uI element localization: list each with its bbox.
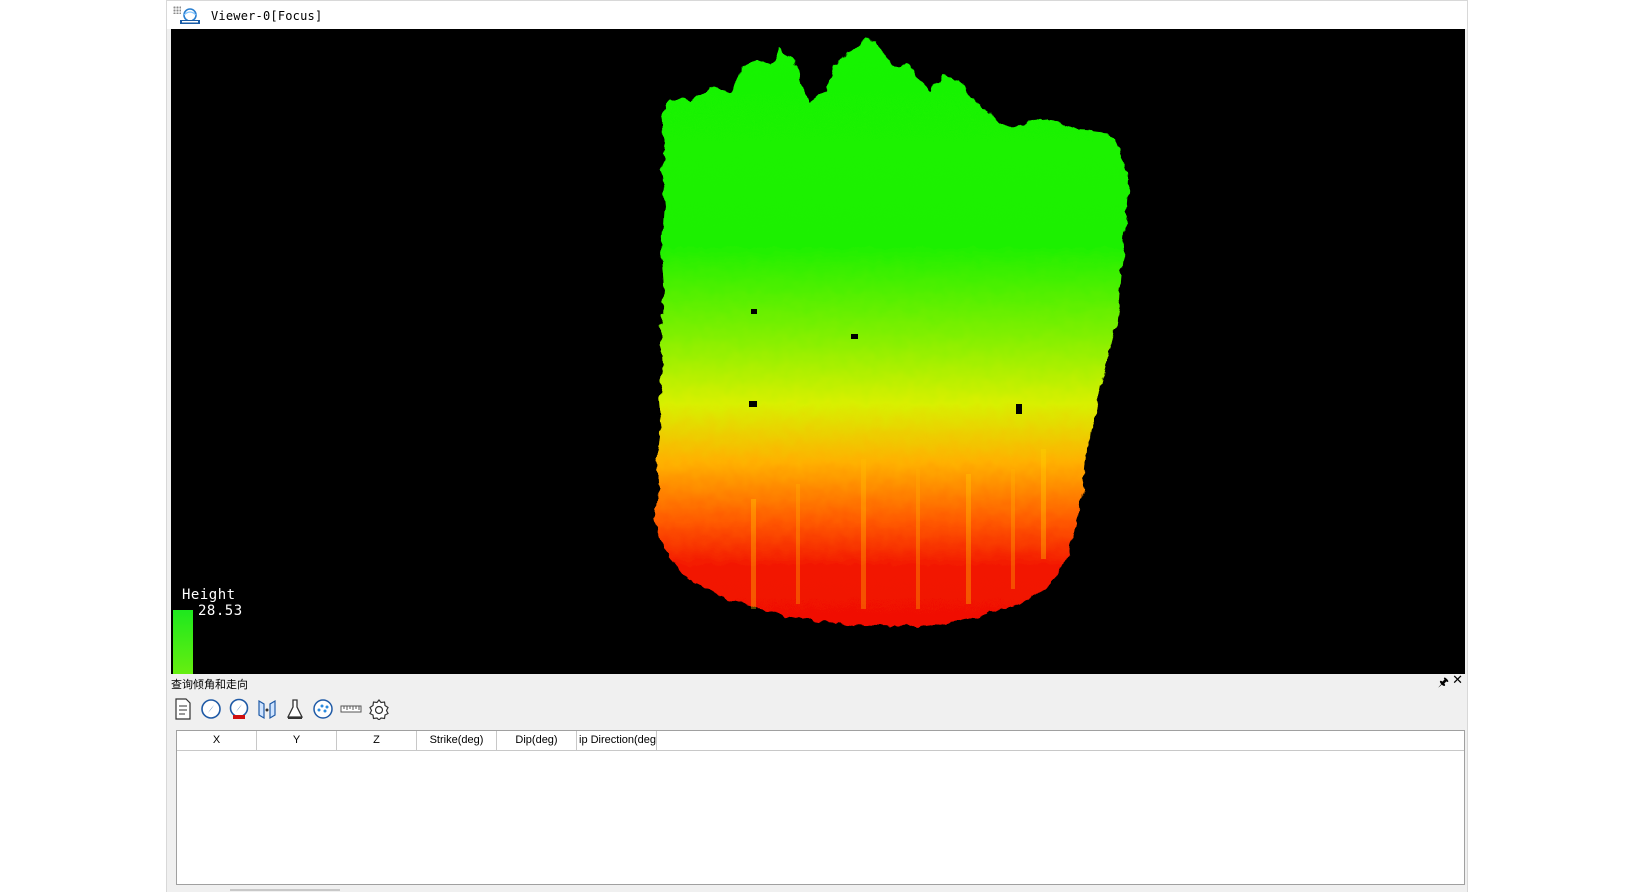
panel-header: 查询倾角和走向 🖈︎ ✕ [167,674,1467,692]
ruler-icon [340,705,362,713]
column-x[interactable]: X [177,731,257,750]
close-icon[interactable]: ✕ [1452,674,1463,688]
scatter-button[interactable] [311,697,335,721]
table-header: X Y Z Strike(deg) Dip(deg) ip Direction(… [177,731,1464,751]
legend-title: Height [182,587,236,603]
results-table[interactable]: X Y Z Strike(deg) Dip(deg) ip Direction(… [176,730,1465,885]
ruler-button[interactable] [339,697,363,721]
panel-toolbar [171,694,391,724]
settings-button[interactable] [367,697,391,721]
document-icon [175,698,191,720]
compass-auto-button[interactable] [227,697,251,721]
scatter-icon [313,699,333,719]
document-button[interactable] [171,697,195,721]
column-dip-direction[interactable]: ip Direction(deg [577,731,657,750]
app-logo-icon [180,8,200,24]
legend-color-bar [173,610,193,674]
legend-max-value: 28.53 [198,603,243,619]
pin-icon[interactable]: 🖈︎ [1438,675,1449,689]
flask-button[interactable] [283,697,307,721]
compass-button[interactable] [199,697,223,721]
viewer-title: Viewer-0[Focus] [211,9,323,23]
viewer-titlebar: Viewer-0[Focus] [167,0,1467,29]
dip-strike-panel: 查询倾角和走向 🖈︎ ✕ X Y Z Strike(deg) Dip(deg) … [167,674,1467,892]
flask-icon [286,699,304,719]
panel-title: 查询倾角和走向 [171,678,248,691]
column-strike[interactable]: Strike(deg) [417,731,497,750]
column-y[interactable]: Y [257,731,337,750]
plane-fit-button[interactable] [255,697,279,721]
application-window: Viewer-0[Focus] Height 28.53 查询倾角和走向 🖈︎ … [166,0,1468,892]
horizontal-scrollbar[interactable] [230,889,340,891]
compass-auto-icon [229,698,249,719]
column-z[interactable]: Z [337,731,417,750]
point-cloud-body [655,39,1129,627]
column-dip[interactable]: Dip(deg) [497,731,577,750]
table-body [177,751,1464,884]
point-cloud-viewport[interactable]: Height 28.53 [171,29,1465,674]
compass-icon [201,699,221,719]
point-cloud [655,39,1129,627]
settings-icon [369,699,389,720]
plane-fit-icon [258,699,276,720]
